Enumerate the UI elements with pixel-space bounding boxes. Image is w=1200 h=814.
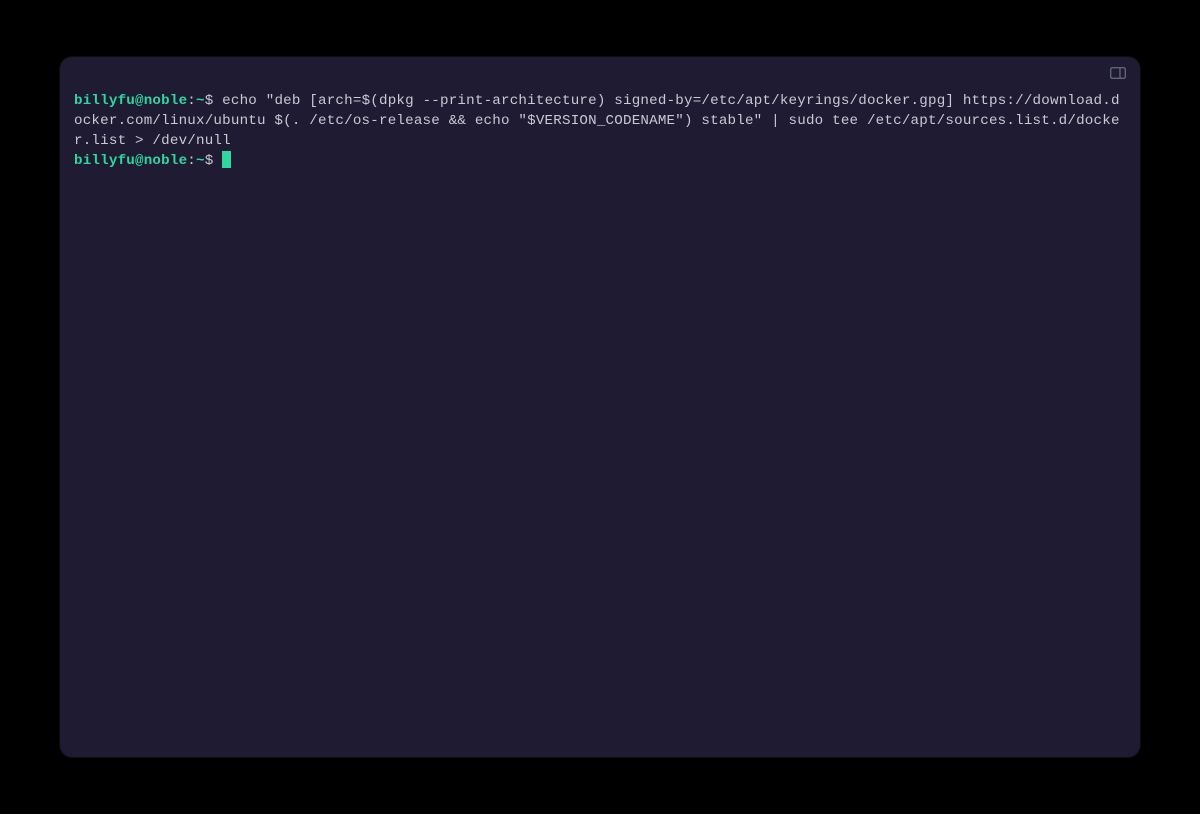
prompt-path: ~: [196, 93, 205, 109]
prompt-user-host: billyfu@noble: [74, 93, 187, 109]
panel-toggle-icon[interactable]: [1110, 67, 1126, 79]
terminal-window[interactable]: billyfu@noble:~$ echo "deb [arch=$(dpkg …: [60, 57, 1140, 757]
prompt-separator: :: [187, 93, 196, 109]
cursor-icon: [222, 151, 231, 168]
terminal-line-1: billyfu@noble:~$ echo "deb [arch=$(dpkg …: [74, 91, 1126, 151]
command-input[interactable]: [213, 153, 231, 169]
command-text: echo "deb [arch=$(dpkg --print-architect…: [74, 93, 1120, 149]
terminal-titlebar: [60, 57, 1140, 87]
command-content: echo "deb [arch=$(dpkg --print-architect…: [74, 93, 1120, 149]
terminal-content[interactable]: billyfu@noble:~$ echo "deb [arch=$(dpkg …: [60, 87, 1140, 185]
prompt-separator: :: [187, 153, 196, 169]
prompt-user-host: billyfu@noble: [74, 153, 187, 169]
prompt-path: ~: [196, 153, 205, 169]
terminal-line-2: billyfu@noble:~$: [74, 151, 1126, 171]
